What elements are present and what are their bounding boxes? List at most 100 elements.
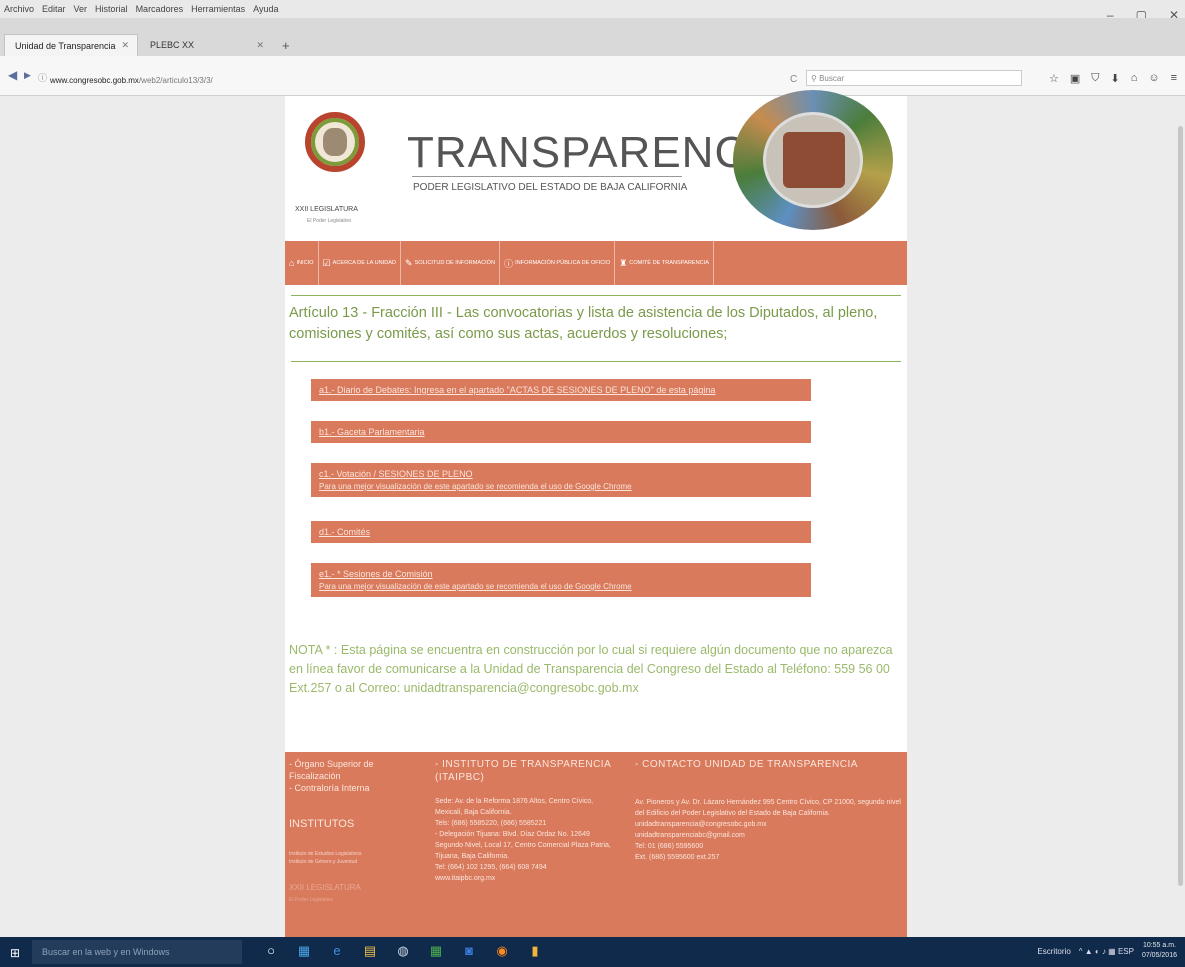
tray-icons[interactable]: ^ ▲ ◐ ♪ ▦ ESP <box>1079 947 1134 956</box>
footer-link-contraloria[interactable]: - Contraloría Interna <box>289 782 409 794</box>
menu-item-archivo[interactable]: Archivo <box>4 4 34 14</box>
excel-icon[interactable]: ▦ <box>427 943 445 959</box>
footer-link-instituto-estudios[interactable]: Instituto de Estudios Legislativos <box>289 850 409 858</box>
search-input[interactable]: ⚲ Buscar <box>806 70 1022 86</box>
construction-note: NOTA * : Esta página se encuentra en con… <box>289 643 893 695</box>
info-icon: ⓘ <box>504 258 514 269</box>
pocket-icon[interactable]: ⛉ <box>1091 72 1099 85</box>
footer-col-itaipbc: - INSTITUTO DE TRANSPARENCIA (ITAIPBC) S… <box>435 758 617 884</box>
link-text[interactable]: a1.- Diario de Debates: Ingresa en el ap… <box>319 385 803 395</box>
folder-icon[interactable]: ▮ <box>526 943 544 959</box>
footer-itaipbc-address: Sede: Av. de la Reforma 1876 Altos, Cent… <box>435 798 594 816</box>
url-domain: www.congresobc.gob.mx <box>50 76 139 85</box>
menu-item-editar[interactable]: Editar <box>42 4 66 14</box>
divider-top <box>291 295 901 296</box>
nav-item-informacion-publica[interactable]: ⓘ INFORMACIÓN PÚBLICA DE OFICIO <box>500 241 616 285</box>
navigation-bar: ◀ ▶ ⓘ www.congresobc.gob.mx/web2/articul… <box>0 56 1185 96</box>
url-bar[interactable]: www.congresobc.gob.mx/web2/articulo13/3/… <box>50 76 213 85</box>
home-icon: ⌂ <box>289 258 295 268</box>
system-tray: Escritorio ^ ▲ ◐ ♪ ▦ ESP 10:55 a.m. 07/0… <box>1037 941 1177 961</box>
link-text[interactable]: c1.- Votación / SESIONES DE PLENO <box>319 469 803 479</box>
link-text[interactable]: d1.- Comités <box>319 527 803 537</box>
link-item-c1[interactable]: c1.- Votación / SESIONES DE PLENO Para u… <box>311 463 811 497</box>
tab-plebc[interactable]: PLEBC XX ✕ <box>140 34 272 56</box>
tray-desktop-label[interactable]: Escritorio <box>1037 947 1070 956</box>
legislature-sublabel: El Poder Legislativo <box>307 218 352 224</box>
footer-link-osf[interactable]: - Órgano Superior de Fiscalización <box>289 758 409 782</box>
nav-item-comite[interactable]: ♜ COMITÉ DE TRANSPARENCIA <box>615 241 714 285</box>
clock-time: 10:55 a.m. <box>1142 942 1177 949</box>
outlook-icon[interactable]: ◙ <box>460 943 478 959</box>
bookmark-star-icon[interactable]: ☆ <box>1049 72 1059 85</box>
edge-browser-icon[interactable]: e <box>328 943 346 959</box>
divider-bottom <box>291 361 901 362</box>
task-view-icon[interactable]: ○ <box>262 943 280 959</box>
file-explorer-icon[interactable]: ▤ <box>361 943 379 959</box>
menu-item-historial[interactable]: Historial <box>95 4 128 14</box>
pencil-icon: ✎ <box>405 257 413 268</box>
link-item-b1[interactable]: b1.- Gaceta Parlamentaria <box>311 421 811 443</box>
footer-contacto-email-alt[interactable]: unidadtransparenciabc@gmail.com <box>635 830 903 841</box>
link-text[interactable]: b1.- Gaceta Parlamentaria <box>319 427 803 437</box>
reading-list-icon[interactable]: ▣ <box>1070 72 1080 85</box>
nav-label: INICIO <box>296 260 314 266</box>
menu-item-ver[interactable]: Ver <box>74 4 88 14</box>
footer-legislature-sub: El Poder Legislativo <box>289 897 334 903</box>
taskbar: ⊞ Buscar en la web y en Windows ○ ▦ e ▤ … <box>0 937 1185 967</box>
link-subtext[interactable]: Para una mejor visualización de este apa… <box>319 482 803 491</box>
tab-unidad-transparencia[interactable]: Unidad de Transparencia ✕ <box>4 34 138 56</box>
firefox-icon[interactable]: ◉ <box>493 943 511 959</box>
reload-icon[interactable]: C <box>790 74 797 85</box>
store-icon[interactable]: ▦ <box>295 943 313 959</box>
link-item-d1[interactable]: d1.- Comités <box>311 521 811 543</box>
account-icon[interactable]: ☺ <box>1148 72 1159 85</box>
footer-itaipbc-website[interactable]: www.itaipbc.org.mx <box>435 873 617 884</box>
footer-institutos-heading: INSTITUTOS <box>289 818 355 830</box>
clock[interactable]: 10:55 a.m. 07/05/2016 <box>1142 941 1177 961</box>
tab-label: PLEBC XX <box>150 40 195 50</box>
home-icon[interactable]: ⌂ <box>1131 72 1138 85</box>
legislature-label: XXII LEGISLATURA <box>295 206 358 213</box>
footer-contacto-address: Av. Pioneros y Av. Dr. Lázaro Hernández … <box>635 799 901 817</box>
footer-col-organos: - Órgano Superior de Fiscalización - Con… <box>289 758 409 906</box>
footer-contacto-email[interactable]: unidadtransparencia@congresobc.gob.mx <box>635 819 903 830</box>
scrollbar-thumb[interactable] <box>1178 126 1183 886</box>
windows-start-icon[interactable]: ⊞ <box>10 946 20 960</box>
nav-item-acerca[interactable]: ☑ ACERCA DE LA UNIDAD <box>319 241 402 285</box>
link-item-a1[interactable]: a1.- Diario de Debates: Ingresa en el ap… <box>311 379 811 401</box>
site-info-icon[interactable]: ⓘ <box>38 71 47 84</box>
nav-item-inicio[interactable]: ⌂ INICIO <box>285 241 319 285</box>
article-title: Artículo 13 - Fracción III - Las convoca… <box>289 305 878 342</box>
app-icon[interactable]: ◍ <box>394 943 412 959</box>
header-photo-collage <box>733 90 899 230</box>
toolbar-icons: ☆ ▣ ⛉ ⬇ ⌂ ☺ ≡ <box>1049 72 1177 85</box>
tab-bar: Unidad de Transparencia ✕ PLEBC XX ✕ + <box>0 18 1185 56</box>
congress-seal-logo[interactable] <box>305 112 365 172</box>
close-icon[interactable]: ✕ <box>121 40 129 51</box>
footer-contacto-phone: Tel: 01 (686) 5595600 <box>635 843 704 850</box>
back-icon[interactable]: ◀ <box>8 68 17 82</box>
link-item-e1[interactable]: e1.- * Sesiones de Comisión Para una mej… <box>311 563 811 597</box>
taskbar-search[interactable]: Buscar en la web y en Windows <box>32 940 242 964</box>
menu-item-herramientas[interactable]: Herramientas <box>191 4 245 14</box>
clock-date: 07/05/2016 <box>1141 952 1177 959</box>
download-icon[interactable]: ⬇ <box>1110 72 1119 85</box>
search-icon: ⚲ <box>811 74 820 83</box>
footer-link-instituto-genero[interactable]: Instituto de Género y Juventud <box>289 858 409 866</box>
link-subtext[interactable]: Para una mejor visualización de este apa… <box>319 582 803 591</box>
hamburger-menu-icon[interactable]: ≡ <box>1171 72 1177 85</box>
menu-item-ayuda[interactable]: Ayuda <box>253 4 278 14</box>
people-icon: ♜ <box>619 257 628 268</box>
new-tab-button[interactable]: + <box>282 38 290 53</box>
close-icon[interactable]: ✕ <box>256 40 264 51</box>
footer-contacto-heading: - CONTACTO UNIDAD DE TRANSPARENCIA <box>635 759 858 770</box>
nav-label: COMITÉ DE TRANSPARENCIA <box>629 260 709 266</box>
nav-label: ACERCA DE LA UNIDAD <box>332 260 397 266</box>
taskbar-apps: ○ ▦ e ▤ ◍ ▦ ◙ ◉ ▮ <box>262 943 544 959</box>
link-text[interactable]: e1.- * Sesiones de Comisión <box>319 569 803 579</box>
forward-icon[interactable]: ▶ <box>24 70 31 81</box>
page-scrollbar[interactable] <box>1176 96 1185 937</box>
nav-item-solicitud[interactable]: ✎ SOLICITUD DE INFORMACIÓN <box>401 241 501 285</box>
menu-item-marcadores[interactable]: Marcadores <box>136 4 184 14</box>
footer-itaipbc-phones: Tels: (686) 5585220, (686) 5585221 <box>435 820 547 827</box>
